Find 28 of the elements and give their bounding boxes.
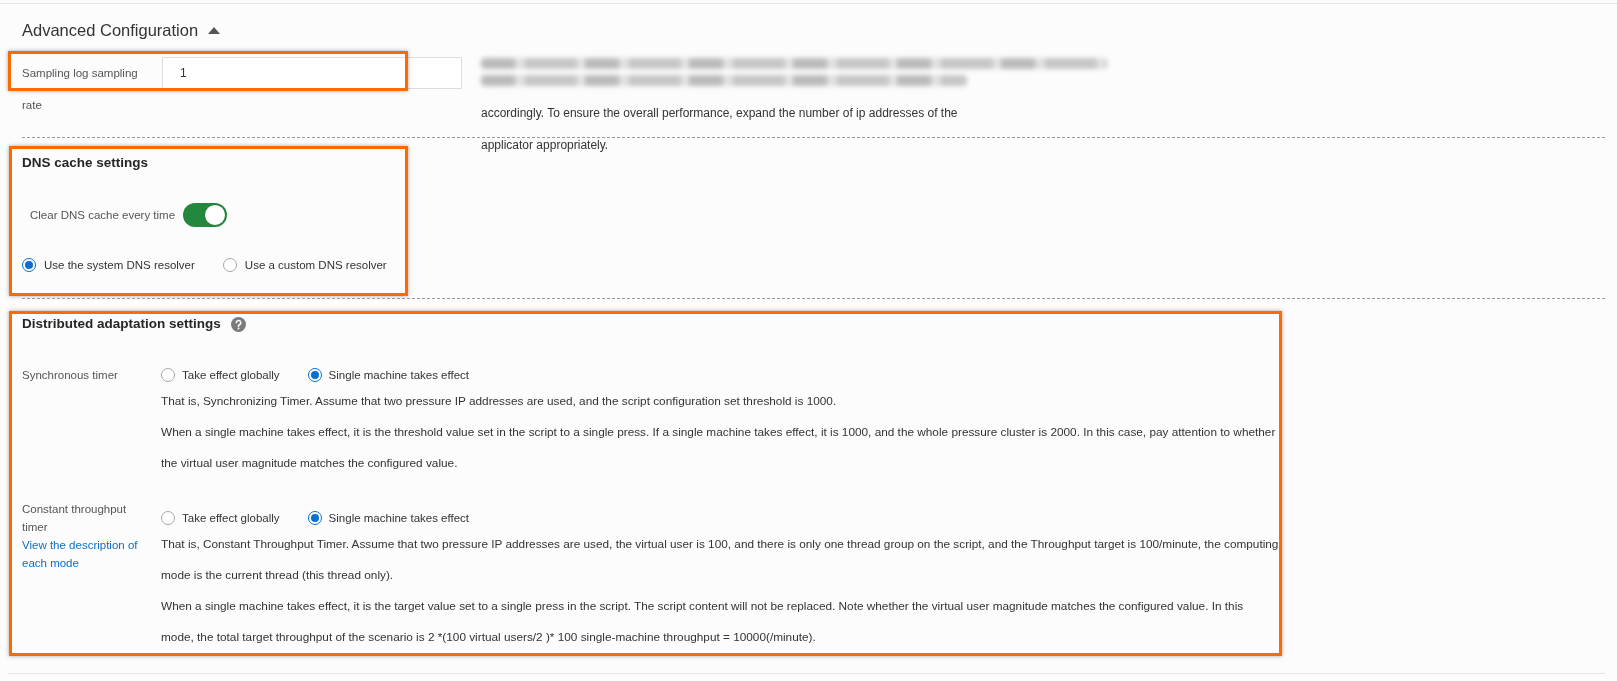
radio-button[interactable] xyxy=(161,368,175,382)
radio-label[interactable]: Single machine takes effect xyxy=(328,512,470,524)
toggle-label: Clear DNS cache every time xyxy=(30,209,176,221)
radio-button[interactable] xyxy=(307,511,322,525)
toggle-switch[interactable] xyxy=(183,203,228,227)
description-text: That is, Synchronizing Timer. Assume that two pressure IP addresses are used, and the script configuration set threshold is 1000. xyxy=(161,393,838,410)
radio-button[interactable] xyxy=(222,258,237,272)
field-label: Sampling log sampling rate xyxy=(22,66,139,113)
section-title: DNS cache settings xyxy=(22,154,150,172)
description-text: When a single machine takes effect, it is the target value set to a single press in the script. The script content will not be replaced. Note whether the virtual user magnitude matches the configured value. In this mode, the total target throughput of the scenario is 2 *(100 virtual users/2 )* 100 single-machine throughput = 10000(/minute). xyxy=(161,598,1245,646)
radio-label[interactable]: Single machine takes effect xyxy=(328,369,470,381)
description-text: That is, Constant Throughput Timer. Assume that two pressure IP addresses are used, the virtual user is 100, and there is only one thread group on the script, and the Throughput target is 100/minute, the computing mode is the current thread (this thread only). xyxy=(161,536,1279,584)
help-text: accordingly. To ensure the overall performance, expand the number of ip addresses of the applicator appropriately. xyxy=(481,105,959,154)
radio-label[interactable]: Take effect globally xyxy=(182,512,280,524)
section-title: Distributed adaptation settings xyxy=(22,315,221,333)
section-toggle[interactable]: Advanced Configuration xyxy=(22,20,221,40)
radio-button[interactable] xyxy=(307,368,322,382)
field-label: Synchronous timer xyxy=(22,368,118,383)
radio-button[interactable] xyxy=(161,511,175,525)
help-icon[interactable] xyxy=(230,316,246,332)
description-link[interactable]: View the description of each mode xyxy=(22,536,147,572)
field-label: Constant throughput timer xyxy=(22,502,128,535)
radio-label[interactable]: Use a custom DNS resolver xyxy=(244,259,387,271)
radio-label[interactable]: Take effect globally xyxy=(182,369,280,381)
text-input[interactable]: 1 xyxy=(162,57,462,89)
description-text: When a single machine takes effect, it is the threshold value set in the script to a single press. If a single machine takes effect, it is 1000, and the whole pressure cluster is 2000. In this case, pay attention to whether the virtual user magnitude matches the configured value. xyxy=(161,424,1277,472)
radio-button[interactable] xyxy=(22,258,36,272)
radio-label[interactable]: Use the system DNS resolver xyxy=(44,259,195,271)
